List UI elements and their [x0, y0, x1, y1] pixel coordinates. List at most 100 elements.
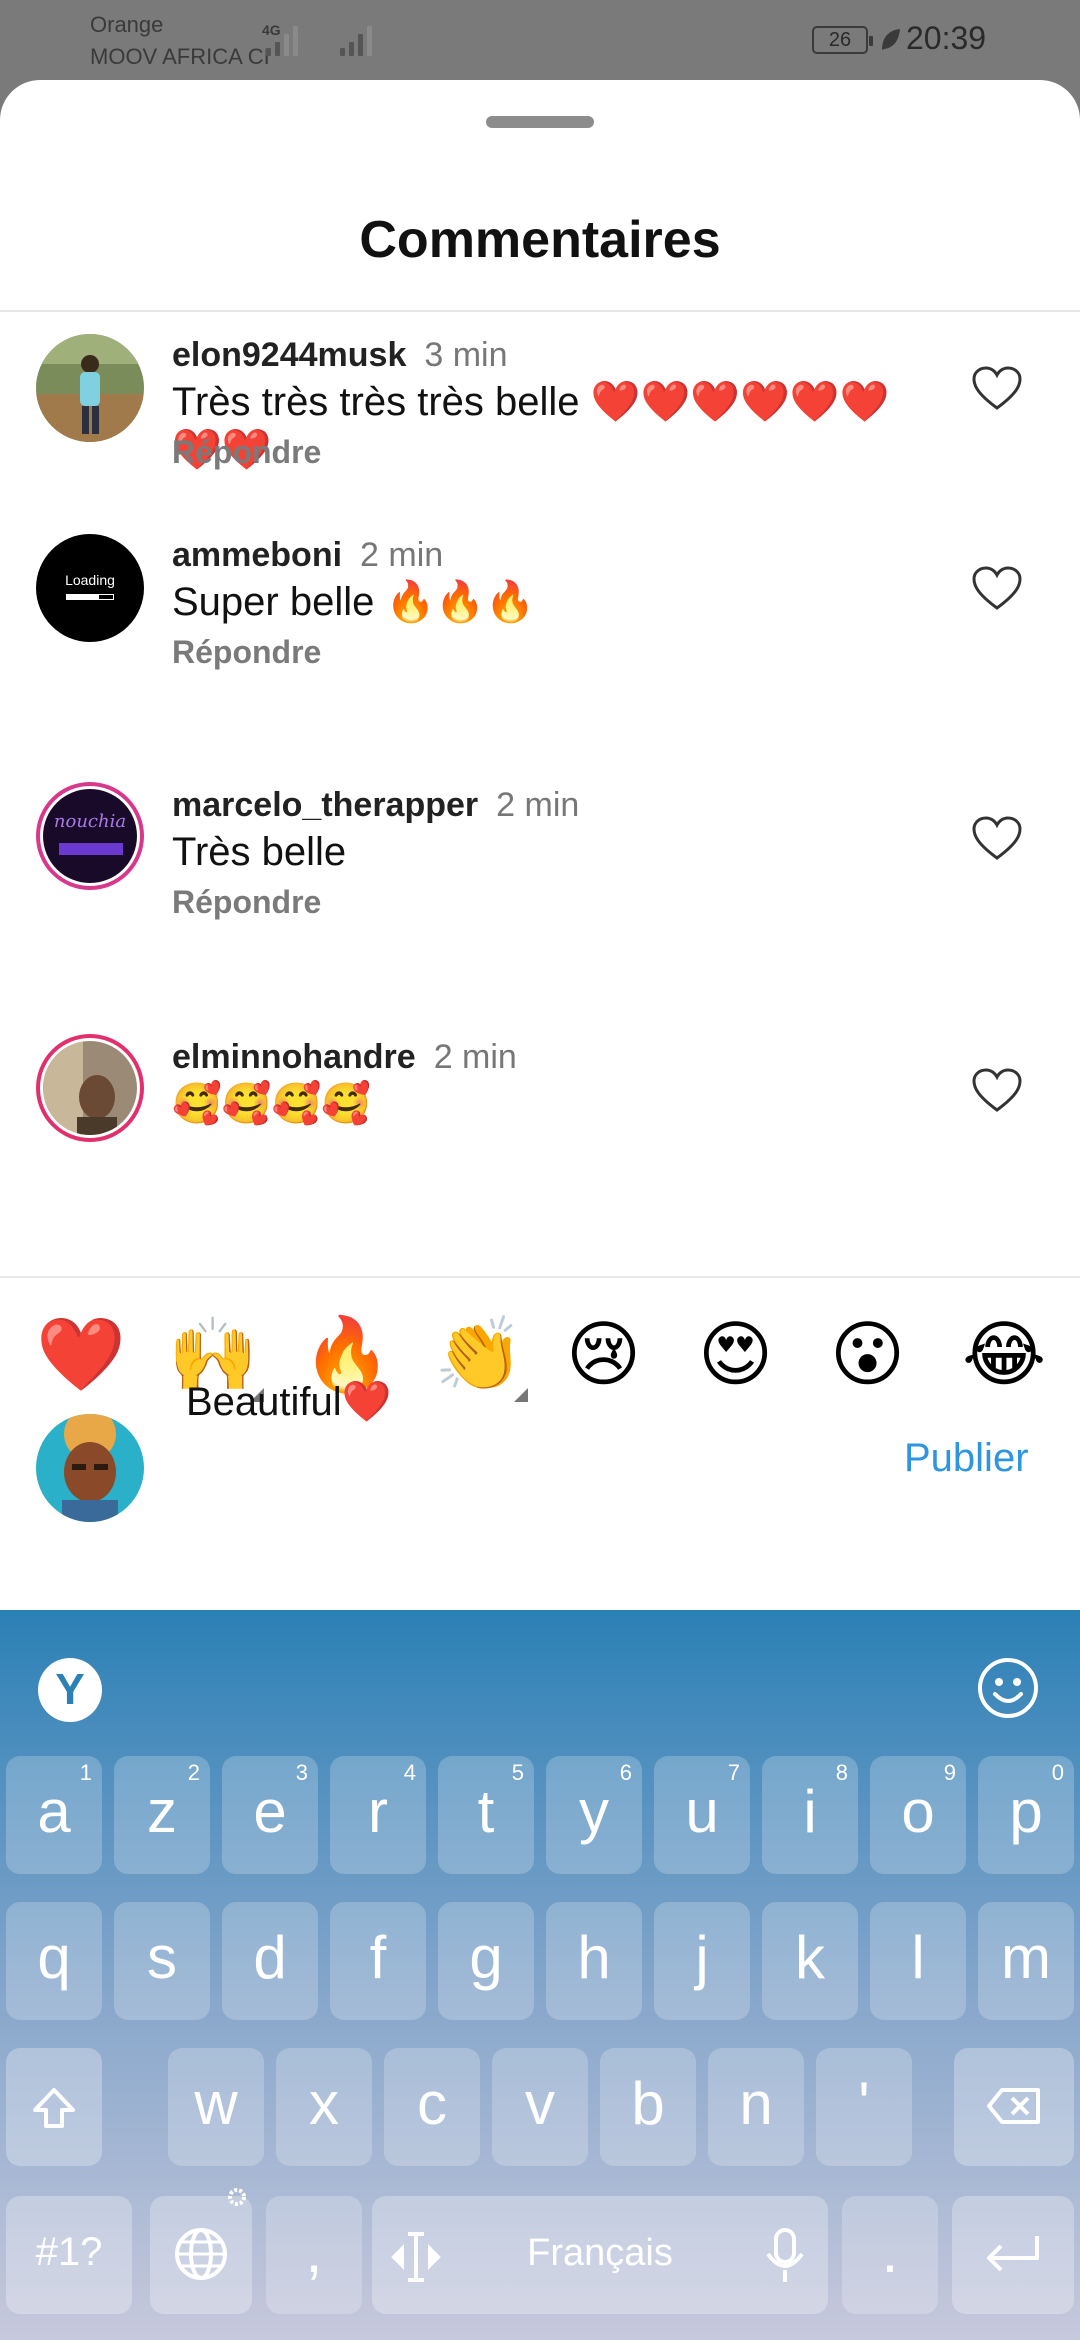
comment-text: Super belle 🔥🔥🔥 — [172, 580, 535, 624]
reaction-heart[interactable]: ❤️ — [36, 1310, 126, 1400]
key-t[interactable]: t5 — [438, 1756, 534, 1874]
clock: 20:39 — [906, 20, 987, 56]
comment-meta: elminnohandre 2 min — [172, 1038, 517, 1077]
comma-key[interactable]: , — [266, 2196, 362, 2314]
like-heart-icon[interactable] — [970, 814, 1024, 864]
key-number-hint: 4 — [403, 1760, 416, 1785]
enter-key[interactable] — [952, 2196, 1074, 2314]
signal-icon — [266, 20, 298, 56]
key-v[interactable]: v — [492, 2048, 588, 2166]
user-photo-icon — [36, 334, 144, 442]
key-s[interactable]: s — [114, 1902, 210, 2020]
comment-meta: marcelo_therapper 2 min — [172, 786, 579, 825]
key-l[interactable]: l — [870, 1902, 966, 2020]
comment-list[interactable]: elon9244musk 3 min Très très très très be… — [0, 312, 1080, 1276]
reply-button[interactable]: Répondre — [172, 634, 321, 671]
user-photo-icon — [43, 1041, 137, 1135]
reaction-clap[interactable]: 👏 — [434, 1310, 524, 1400]
key-apostrophe[interactable]: ' — [816, 2048, 912, 2166]
key-f[interactable]: f — [330, 1902, 426, 2020]
key-number-hint: 7 — [727, 1760, 740, 1785]
key-r[interactable]: r4 — [330, 1756, 426, 1874]
current-user-avatar — [36, 1414, 144, 1522]
signal-icon — [340, 20, 372, 56]
key-label: o — [901, 1778, 935, 1845]
reaction-crying[interactable]: 😢 — [566, 1310, 641, 1400]
backspace-key[interactable] — [954, 2048, 1074, 2166]
key-e[interactable]: e3 — [222, 1756, 318, 1874]
key-z[interactable]: z2 — [114, 1756, 210, 1874]
power-saving-icon — [882, 29, 900, 50]
key-w[interactable]: w — [168, 2048, 264, 2166]
avatar[interactable]: Loading — [36, 534, 144, 642]
key-o[interactable]: o9 — [870, 1756, 966, 1874]
reply-button[interactable]: Répondre — [172, 884, 321, 921]
key-label: a — [37, 1778, 71, 1845]
key-u[interactable]: u7 — [654, 1756, 750, 1874]
shift-icon — [33, 2088, 75, 2129]
status-bar: Orange MOOV AFRICA CI 4G 26 20:39 — [0, 0, 1080, 80]
publish-button[interactable]: Publier — [904, 1436, 1029, 1481]
page-title: Commentaires — [359, 211, 721, 269]
key-number-hint: 9 — [943, 1760, 956, 1785]
key-h[interactable]: h — [546, 1902, 642, 2020]
like-heart-icon[interactable] — [970, 564, 1024, 614]
language-key[interactable] — [150, 2188, 252, 2314]
drag-handle[interactable] — [486, 116, 594, 128]
keyboard-logo-icon[interactable]: Y — [38, 1658, 102, 1722]
avatar[interactable] — [36, 1034, 144, 1142]
comment-input[interactable]: Beautiful❤️ — [186, 1378, 391, 1425]
reaction-surprised[interactable]: 😮 — [830, 1310, 905, 1400]
key-q[interactable]: q — [6, 1902, 102, 2020]
reaction-heart-eyes[interactable]: 😍 — [698, 1310, 773, 1400]
key-number-hint: 1 — [79, 1760, 92, 1785]
key-label: u — [685, 1778, 719, 1845]
user-portrait-icon — [36, 1414, 144, 1522]
microphone-icon — [766, 2228, 804, 2282]
key-a[interactable]: a1 — [6, 1756, 102, 1874]
key-i[interactable]: i8 — [762, 1756, 858, 1874]
key-n[interactable]: n — [708, 2048, 804, 2166]
carrier-name-secondary: MOOV AFRICA CI — [90, 44, 270, 69]
avatar[interactable]: nouchia — [36, 782, 144, 890]
space-key[interactable]: Français — [372, 2196, 828, 2314]
like-heart-icon[interactable] — [970, 364, 1024, 414]
key-number-hint: 6 — [619, 1760, 632, 1785]
space-label: Français — [527, 2232, 673, 2274]
comment-time: 3 min — [424, 336, 508, 374]
key-d[interactable]: d — [222, 1902, 318, 2020]
reaction-laughing[interactable]: 😂 — [962, 1310, 1046, 1400]
artist-logo-icon: nouchia — [43, 789, 137, 883]
comment-time: 2 min — [433, 1038, 517, 1076]
key-y[interactable]: y6 — [546, 1756, 642, 1874]
like-heart-icon[interactable] — [970, 1066, 1024, 1116]
smiley-icon[interactable] — [976, 1656, 1040, 1720]
key-x[interactable]: x — [276, 2048, 372, 2166]
keyboard: Y a1z2e3r4t5y6u7i8o9p0 qsdfghjklm wxcvbn… — [0, 1610, 1080, 2340]
reply-button[interactable]: Répondre — [172, 434, 321, 471]
comments-sheet: Commentaires elon9244musk 3 min Très très… — [0, 80, 1080, 1610]
key-j[interactable]: j — [654, 1902, 750, 2020]
key-m[interactable]: m — [978, 1902, 1074, 2020]
symbols-key[interactable]: #1? — [6, 2196, 132, 2314]
cursor-move-icon — [391, 2232, 441, 2282]
comment-meta: ammeboni 2 min — [172, 536, 443, 575]
key-p[interactable]: p0 — [978, 1756, 1074, 1874]
key-c[interactable]: c — [384, 2048, 480, 2166]
period-key[interactable]: . — [842, 2196, 938, 2314]
username[interactable]: elon9244musk — [172, 336, 406, 374]
username[interactable]: ammeboni — [172, 536, 342, 574]
key-label: y — [579, 1778, 609, 1845]
loading-bar — [66, 594, 114, 600]
key-number-hint: 8 — [835, 1760, 848, 1785]
key-g[interactable]: g — [438, 1902, 534, 2020]
shift-key[interactable] — [6, 2048, 102, 2166]
key-k[interactable]: k — [762, 1902, 858, 2020]
username[interactable]: elminnohandre — [172, 1038, 416, 1076]
key-number-hint: 2 — [187, 1760, 200, 1785]
avatar[interactable] — [36, 334, 144, 442]
avatar-label: Loading — [65, 572, 115, 588]
key-label: z — [147, 1778, 177, 1845]
username[interactable]: marcelo_therapper — [172, 786, 478, 824]
key-b[interactable]: b — [600, 2048, 696, 2166]
